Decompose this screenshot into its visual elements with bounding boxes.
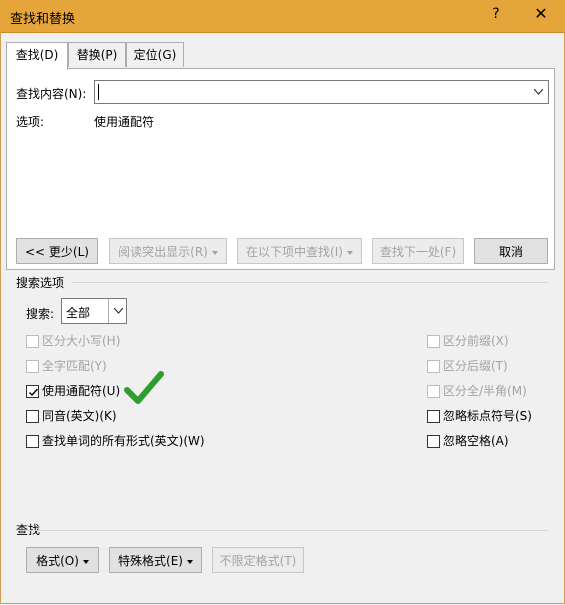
less-button-label: << 更少(L) — [25, 245, 89, 259]
format-button[interactable]: 格式(O) — [26, 547, 99, 573]
special-button-label: 特殊格式(E) — [118, 554, 183, 568]
checkbox-box — [427, 410, 440, 423]
match-case-label: 区分大小写(H) — [42, 334, 121, 348]
options-value: 使用通配符 — [94, 115, 155, 129]
help-button[interactable]: ? — [486, 6, 506, 22]
match-prefix-label: 区分前缀(X) — [443, 334, 509, 348]
whole-word-label: 全字匹配(Y) — [42, 359, 107, 373]
checkbox-box — [26, 435, 39, 448]
find-in-label: 在以下项中查找(I) — [246, 245, 343, 259]
checkbox-box — [427, 360, 440, 373]
divider — [16, 530, 548, 531]
no-formatting-label: 不限定格式(T) — [219, 554, 297, 568]
find-input[interactable] — [94, 80, 530, 104]
reading-highlight-label: 阅读突出显示(R) — [118, 245, 208, 259]
find-next-label: 查找下一处(F) — [379, 245, 457, 259]
match-suffix-label: 区分后缀(T) — [443, 359, 508, 373]
search-direction-select[interactable]: 全部 — [61, 298, 127, 324]
dropdown-arrow-icon — [346, 250, 353, 255]
checkbox-box — [26, 385, 39, 398]
checkbox-box — [427, 385, 440, 398]
tab-find[interactable]: 查找(D) — [6, 42, 68, 70]
find-next-button[interactable]: 查找下一处(F) — [372, 238, 464, 264]
tab-goto[interactable]: 定位(G) — [126, 42, 184, 67]
ignore-whitespace-label: 忽略空格(A) — [443, 434, 509, 448]
search-direction-arrow[interactable] — [108, 299, 127, 323]
window-title: 查找和替换 — [10, 12, 76, 27]
title-bar: 查找和替换 ? ✕ — [0, 0, 565, 33]
find-in-button[interactable]: 在以下项中查找(I) — [237, 238, 362, 264]
match-width-label: 区分全/半角(M) — [443, 384, 527, 398]
special-button[interactable]: 特殊格式(E) — [109, 547, 202, 573]
checkbox-box — [427, 435, 440, 448]
divider — [72, 282, 548, 283]
checkbox-box — [26, 335, 39, 348]
text-caret — [98, 84, 99, 100]
check-icon — [29, 388, 39, 397]
all-word-forms-label: 查找单词的所有形式(英文)(W) — [42, 434, 205, 448]
cancel-button-label: 取消 — [498, 245, 523, 259]
tab-replace-label: 替换(P) — [76, 48, 118, 62]
chevron-down-icon — [534, 89, 543, 95]
checkbox-box — [427, 335, 440, 348]
tab-replace[interactable]: 替换(P) — [68, 42, 126, 67]
tab-find-label: 查找(D) — [15, 48, 59, 62]
options-label: 选项: — [16, 115, 45, 129]
chevron-down-icon — [114, 308, 123, 314]
tab-goto-label: 定位(G) — [133, 48, 177, 62]
search-options-heading: 搜索选项 — [16, 276, 65, 290]
ignore-punctuation-label: 忽略标点符号(S) — [443, 409, 532, 423]
no-formatting-button[interactable]: 不限定格式(T) — [212, 547, 304, 573]
search-direction-value: 全部 — [66, 306, 91, 320]
use-wildcards-label: 使用通配符(U) — [42, 384, 121, 398]
green-checkmark-icon — [124, 371, 164, 404]
search-direction-label: 搜索: — [26, 307, 55, 321]
find-label: 查找内容(N): — [16, 87, 87, 101]
reading-highlight-button[interactable]: 阅读突出显示(R) — [109, 238, 227, 264]
checkbox-box — [26, 360, 39, 373]
close-button[interactable]: ✕ — [530, 4, 552, 23]
cancel-button[interactable]: 取消 — [474, 238, 548, 264]
sounds-like-label: 同音(英文)(K) — [42, 409, 117, 423]
format-button-label: 格式(O) — [36, 554, 79, 568]
less-button[interactable]: << 更少(L) — [16, 238, 98, 264]
dropdown-arrow-icon — [186, 559, 193, 564]
dropdown-arrow-icon — [82, 559, 89, 564]
checkbox-box — [26, 410, 39, 423]
dropdown-arrow-icon — [211, 250, 218, 255]
find-history-dropdown[interactable] — [529, 80, 549, 104]
